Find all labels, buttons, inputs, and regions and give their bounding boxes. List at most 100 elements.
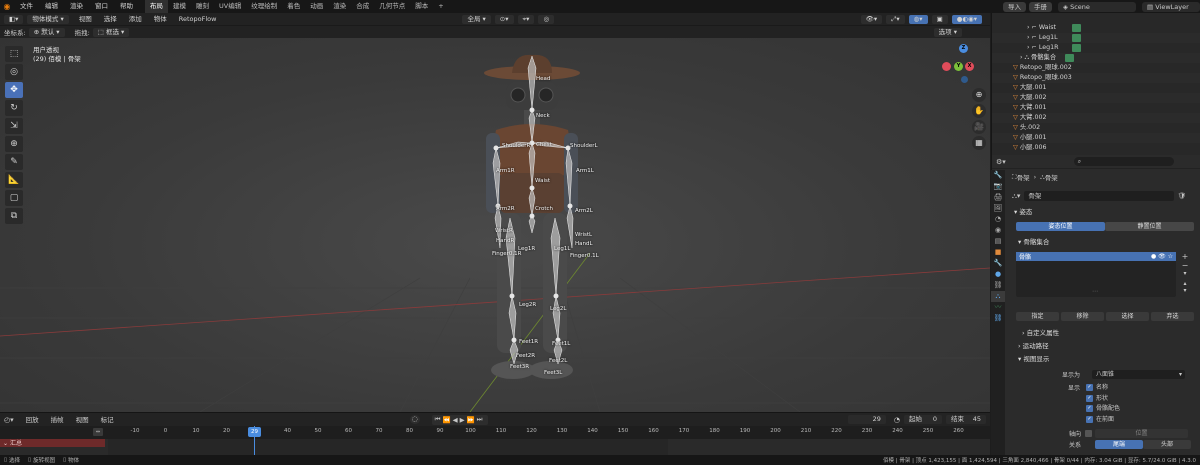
frame-range-toggle-icon[interactable]: ⇔ bbox=[93, 428, 103, 436]
output-tab-icon[interactable]: 🖨 bbox=[991, 192, 1005, 203]
workspace-tab-0[interactable]: 布局 bbox=[145, 0, 168, 13]
collection-tab-icon[interactable]: ▤ bbox=[991, 236, 1005, 247]
timeline-menu-1[interactable]: 插帧 bbox=[45, 413, 70, 427]
bone-tab-icon[interactable]: 〰 bbox=[991, 302, 1005, 313]
summary-track[interactable]: ⌄ 汇总 bbox=[0, 439, 105, 447]
end-frame-field[interactable]: 结束 45 bbox=[946, 415, 986, 424]
jump-start-icon[interactable]: ⏮ bbox=[435, 415, 443, 424]
pose-panel-header[interactable]: ▾ 姿态 bbox=[1014, 207, 1032, 218]
constraint-icon[interactable] bbox=[1072, 24, 1081, 32]
workspace-tab-2[interactable]: 雕刻 bbox=[191, 0, 214, 13]
view-layer-selector[interactable]: ▤ ViewLayer bbox=[1142, 1, 1200, 12]
cursor-icon[interactable]: ◎ bbox=[5, 64, 23, 80]
outliner-item[interactable]: ▽ 大腿.002 bbox=[992, 93, 1200, 103]
bone-constraint-tab-icon[interactable]: ⛓ bbox=[991, 313, 1005, 324]
annotate-icon[interactable]: ✎ bbox=[5, 154, 23, 170]
workspace-tab-10[interactable]: 脚本 bbox=[410, 0, 433, 13]
constraint-icon[interactable] bbox=[1072, 44, 1081, 52]
bone-colors-checkbox[interactable]: ✓ 骨骼配色 bbox=[1086, 404, 1120, 415]
outliner-item[interactable]: ▽ Retopo_眼球.003 bbox=[992, 73, 1200, 83]
options-button[interactable]: 选项 ▾ bbox=[933, 27, 962, 37]
remove-icon[interactable]: − bbox=[1180, 261, 1190, 270]
timeline-ruler[interactable]: ⇔ -10 0 10 20 29 40 50 60 70 80 90 100 110 120 130 140 1… bbox=[0, 426, 990, 439]
measure-icon[interactable]: 📐 bbox=[5, 172, 23, 188]
add-icon[interactable]: + bbox=[1180, 252, 1190, 261]
outliner-item[interactable]: › ⛬ 骨骼集合 bbox=[992, 53, 1200, 63]
outliner-item[interactable]: ▽ 大腿.001 bbox=[992, 83, 1200, 93]
shading-mode-icon[interactable]: ●◐◉▾ bbox=[951, 14, 982, 24]
axes-position-field[interactable]: 位置 bbox=[1095, 429, 1188, 438]
workspace-tab-3[interactable]: UV编辑 bbox=[214, 0, 246, 13]
scale-icon[interactable]: ⇲ bbox=[5, 118, 23, 134]
move-up-icon[interactable]: ▴ bbox=[1180, 280, 1190, 287]
menu-1[interactable]: 编辑 bbox=[39, 0, 64, 13]
resize-handle-icon[interactable]: ⋯ bbox=[1092, 288, 1098, 295]
next-key-icon[interactable]: ⏩ bbox=[467, 416, 477, 424]
menu-0[interactable]: 文件 bbox=[14, 0, 39, 13]
overlay-icon[interactable]: ◍▾ bbox=[908, 14, 928, 24]
jump-end-icon[interactable]: ⏭ bbox=[477, 415, 485, 424]
assign-button[interactable]: 指定 bbox=[1016, 312, 1059, 321]
timeline-tracks[interactable]: ⌄ 汇总 bbox=[0, 426, 990, 455]
coord-selector[interactable]: ⊕ 默认 ▾ bbox=[28, 27, 65, 37]
scene-selector[interactable]: ◈ Scene bbox=[1058, 1, 1136, 12]
outliner-item[interactable]: ▽ 小腿.006 bbox=[992, 143, 1200, 153]
gizmo-toggle-icon[interactable]: ⤢▾ bbox=[886, 14, 905, 24]
display-as-dropdown[interactable]: 八面锥 ▾ bbox=[1092, 370, 1185, 379]
bone-collections-header[interactable]: ▾ 骨骼集合 bbox=[1018, 237, 1049, 248]
remove-button[interactable]: 移除 bbox=[1061, 312, 1104, 321]
bone-collection-list[interactable]: 骨骼 ● 👁 ☆ ⋯ bbox=[1016, 252, 1176, 297]
in-front-checkbox[interactable]: ✓ 在前面 bbox=[1086, 415, 1120, 426]
play-icon[interactable]: ▶ bbox=[460, 416, 467, 424]
viewport-menu-1[interactable]: 选择 bbox=[98, 13, 123, 26]
select-button[interactable]: 选择 bbox=[1106, 312, 1149, 321]
object-tab-icon[interactable]: ■ bbox=[991, 247, 1005, 258]
keyframe-auto-icon[interactable]: ◌ bbox=[409, 415, 420, 424]
tool-tab-icon[interactable]: 🔧 bbox=[991, 170, 1005, 181]
workspace-tab-8[interactable]: 合成 bbox=[351, 0, 374, 13]
rotate-icon[interactable]: ↻ bbox=[5, 100, 23, 116]
snap-icon[interactable]: ⌖▾ bbox=[517, 14, 535, 24]
gizmo-neg-z[interactable] bbox=[961, 76, 968, 83]
menu-2[interactable]: 渲染 bbox=[64, 0, 89, 13]
viewport-menu-2[interactable]: 添加 bbox=[123, 13, 148, 26]
play-reverse-icon[interactable]: ◀ bbox=[453, 416, 460, 424]
shapes-checkbox[interactable]: ✓ 形状 bbox=[1086, 394, 1120, 405]
xray-icon[interactable]: ▣ bbox=[931, 14, 948, 24]
specials-icon[interactable]: ▾ bbox=[1180, 270, 1190, 277]
deselect-button[interactable]: 弃选 bbox=[1151, 312, 1194, 321]
editor-icon[interactable]: ⚙▾ bbox=[996, 158, 1006, 166]
timeline-menu-2[interactable]: 视图 bbox=[70, 413, 95, 427]
move-icon[interactable]: ✥ bbox=[5, 82, 23, 98]
names-checkbox[interactable]: ✓ 名称 bbox=[1086, 383, 1120, 394]
workspace-tab-9[interactable]: 几何节点 bbox=[374, 0, 410, 13]
editor-type-button[interactable]: ◧▾ bbox=[4, 14, 24, 24]
armature-data-tab-icon[interactable]: ⛬ bbox=[991, 291, 1005, 302]
proportional-icon[interactable]: ◎ bbox=[538, 14, 555, 24]
outliner-item[interactable]: › ⌐ Leg1L bbox=[992, 33, 1200, 43]
add-object-icon[interactable]: ⧉ bbox=[5, 208, 23, 224]
workspace-tab-6[interactable]: 动画 bbox=[305, 0, 328, 13]
viewport-menu-3[interactable]: 物体 bbox=[148, 13, 173, 26]
constraint-tab-icon[interactable]: ⛓ bbox=[991, 280, 1005, 291]
timeline-menu-3[interactable]: 标记 bbox=[95, 413, 120, 427]
transform-icon[interactable]: ⊕ bbox=[5, 136, 23, 152]
physics-tab-icon[interactable]: ● bbox=[991, 269, 1005, 280]
move-down-icon[interactable]: ▾ bbox=[1180, 287, 1190, 294]
menu-3[interactable]: 窗口 bbox=[89, 0, 114, 13]
constraint-icon[interactable] bbox=[1065, 54, 1074, 62]
menu-4[interactable]: 帮助 bbox=[114, 0, 139, 13]
outliner-item[interactable]: ▽ Retopo_眼球.002 bbox=[992, 63, 1200, 73]
pivot-icon[interactable]: ⊙▾ bbox=[494, 14, 514, 24]
workspace-tab-1[interactable]: 建模 bbox=[168, 0, 191, 13]
relations-tail-button[interactable]: 尾端 bbox=[1095, 440, 1143, 449]
pose-position-button[interactable]: 姿态位置 bbox=[1016, 222, 1105, 231]
transform-orientation[interactable]: 全局 ▾ bbox=[462, 14, 491, 24]
clock-icon[interactable]: ◔ bbox=[894, 416, 900, 424]
gizmo-x-positive[interactable]: X bbox=[965, 62, 974, 71]
scene-tab-icon[interactable]: ◔ bbox=[991, 214, 1005, 225]
add-workspace-button[interactable]: + bbox=[433, 0, 448, 13]
camera-icon[interactable]: 🎥 bbox=[972, 120, 986, 134]
mode-selector[interactable]: 物体模式 ▾ bbox=[27, 14, 69, 24]
workspace-tab-5[interactable]: 着色 bbox=[282, 0, 305, 13]
